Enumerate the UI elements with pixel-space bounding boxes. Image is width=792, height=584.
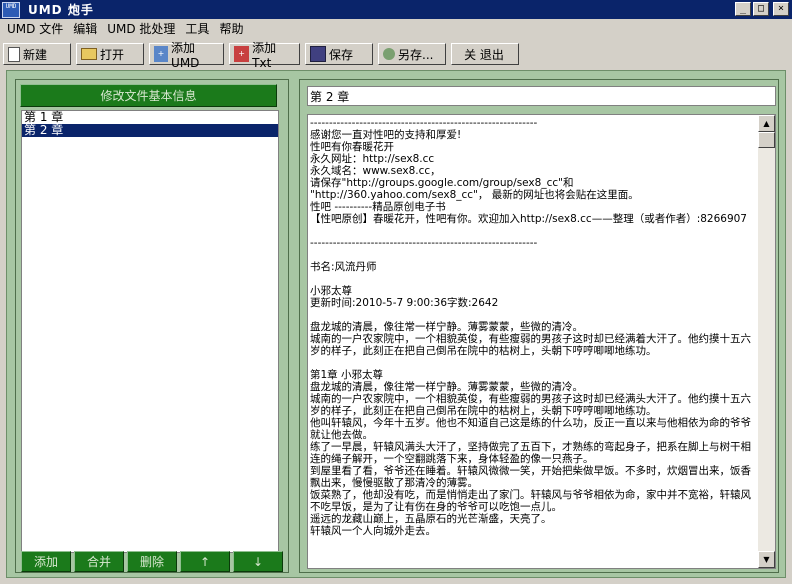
window-title: UMD 炮手 <box>28 3 94 17</box>
chapter-list[interactable]: 第 1 章 第 2 章 <box>21 110 279 553</box>
open-button[interactable]: 打开 <box>76 43 144 65</box>
delete-chapter-button[interactable]: 删除 <box>127 551 177 572</box>
app-icon: UMD <box>2 1 20 18</box>
minimize-button[interactable]: _ <box>735 2 751 16</box>
add-txt-button-label: 添加Txt <box>252 40 277 70</box>
vertical-scrollbar[interactable]: ▲ ▼ <box>758 115 775 568</box>
menu-help[interactable]: 帮助 <box>214 19 248 39</box>
merge-chapter-button[interactable]: 合并 <box>74 551 124 572</box>
menu-umd-batch[interactable]: UMD 批处理 <box>102 19 180 39</box>
new-file-icon <box>8 46 20 62</box>
add-txt-icon: + <box>234 46 250 62</box>
editor-panel: ----------------------------------------… <box>299 79 779 573</box>
scroll-up-icon[interactable]: ▲ <box>758 115 775 132</box>
move-down-button[interactable]: ↓ <box>233 551 283 572</box>
chapter-item-selected[interactable]: 第 2 章 <box>22 124 278 137</box>
save-as-button[interactable]: 另存... <box>378 43 446 65</box>
save-as-icon <box>383 48 395 60</box>
close-button[interactable]: × <box>773 2 789 16</box>
title-bar: UMD UMD 炮手 _ □ × <box>0 0 792 19</box>
floppy-disk-icon <box>310 46 326 62</box>
toolbar: 新建 打开 + 添加UMD + 添加Txt 保存 另存... 关 退出 <box>0 41 792 70</box>
menu-bar: UMD 文件 编辑 UMD 批处理 工具 帮助 <box>0 19 792 39</box>
add-umd-icon: + <box>154 46 169 62</box>
menu-edit[interactable]: 编辑 <box>68 19 102 39</box>
menu-tools[interactable]: 工具 <box>180 19 214 39</box>
chapter-panel: 修改文件基本信息 第 1 章 第 2 章 添加 合并 删除 ↑ ↓ <box>15 79 289 573</box>
add-chapter-button[interactable]: 添加 <box>21 551 71 572</box>
add-txt-button[interactable]: + 添加Txt <box>229 41 300 70</box>
edit-file-info-button[interactable]: 修改文件基本信息 <box>20 84 277 107</box>
window-controls: _ □ × <box>735 2 789 16</box>
exit-button-label: 关 退出 <box>464 47 504 62</box>
chapter-content-text[interactable]: ----------------------------------------… <box>310 117 756 566</box>
menu-umd-file[interactable]: UMD 文件 <box>2 19 68 39</box>
scroll-thumb[interactable] <box>758 132 775 148</box>
chapter-actions: 添加 合并 删除 ↑ ↓ <box>21 551 283 572</box>
folder-open-icon <box>81 48 97 60</box>
chapter-content-area[interactable]: ----------------------------------------… <box>307 114 776 569</box>
add-umd-button-label: 添加UMD <box>171 40 200 70</box>
save-button-label: 保存 <box>329 47 354 62</box>
chapter-title-input[interactable] <box>307 86 776 106</box>
exit-button[interactable]: 关 退出 <box>451 43 519 65</box>
open-button-label: 打开 <box>100 47 125 62</box>
new-button[interactable]: 新建 <box>3 43 71 65</box>
main-panel: 修改文件基本信息 第 1 章 第 2 章 添加 合并 删除 ↑ ↓ ------… <box>6 70 786 578</box>
new-button-label: 新建 <box>23 47 48 62</box>
add-umd-button[interactable]: + 添加UMD <box>149 41 224 70</box>
maximize-button[interactable]: □ <box>753 2 769 16</box>
save-as-button-label: 另存... <box>398 47 434 62</box>
scroll-down-icon[interactable]: ▼ <box>758 551 775 568</box>
save-button[interactable]: 保存 <box>305 43 373 65</box>
move-up-button[interactable]: ↑ <box>180 551 230 572</box>
